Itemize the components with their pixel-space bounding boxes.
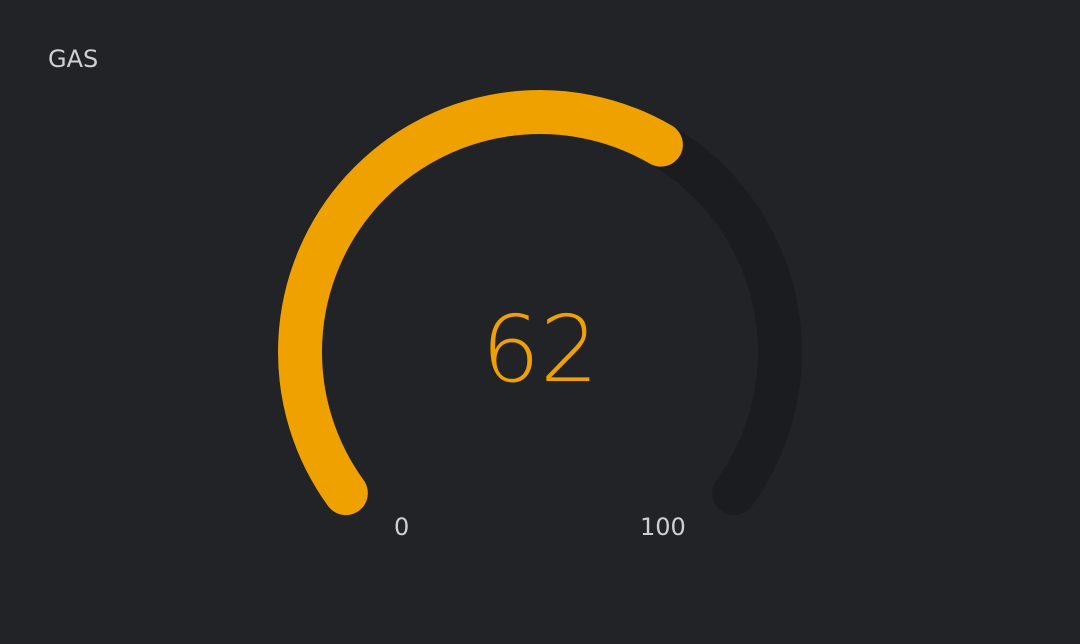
gauge-widget: GAS 62 0 100	[0, 0, 1080, 644]
gauge-max-label: 100	[640, 513, 686, 541]
gauge-value: 62	[481, 296, 599, 403]
gauge-min-label: 0	[394, 513, 410, 541]
